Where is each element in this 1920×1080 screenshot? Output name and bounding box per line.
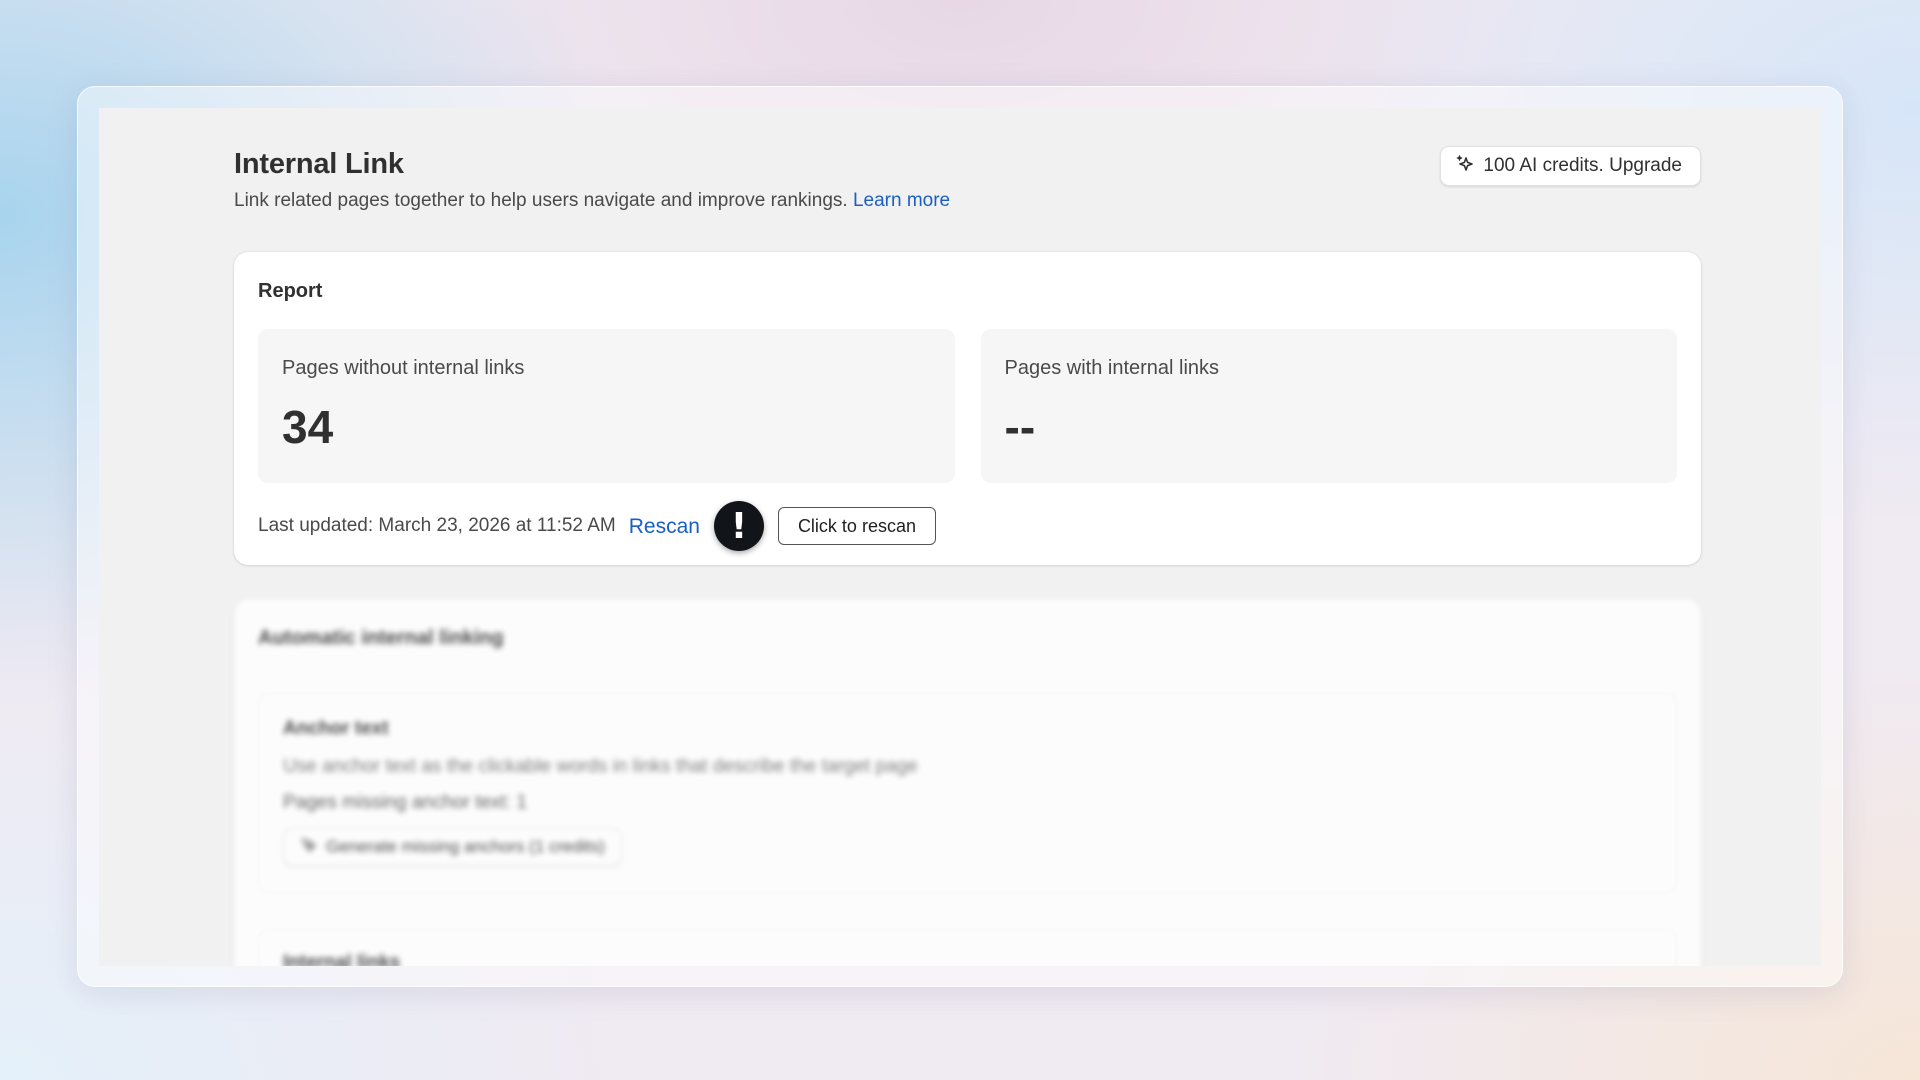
report-card: Report Pages without internal links 34 P… [234,252,1701,565]
generate-anchors-button[interactable]: Generate missing anchors (1 credits) [283,828,622,866]
ai-credits-upgrade-button[interactable]: 100 AI credits. Upgrade [1440,146,1701,186]
page-content: Internal Link Link related pages togethe… [234,108,1701,966]
page-title: Internal Link [234,148,404,180]
page-header: Internal Link Link related pages togethe… [234,108,1701,252]
ai-credits-label: 100 AI credits. Upgrade [1483,155,1682,176]
automatic-linking-section: Automatic internal linking Anchor text U… [234,599,1701,966]
internal-links-card: Internal links [258,929,1677,966]
anchor-missing-count: Pages missing anchor text: 1 [283,792,527,813]
anchor-text-description: Use anchor text as the clickable words i… [283,756,918,777]
anchor-text-title: Anchor text [283,718,389,739]
report-footer: Last updated: March 23, 2026 at 11:52 AM… [258,501,1677,551]
report-stats: Pages without internal links 34 Pages wi… [258,329,1677,483]
automatic-linking-title: Automatic internal linking [258,627,504,649]
rescan-link[interactable]: Rescan [629,515,700,539]
sparkle-icon [1455,153,1475,179]
page-subtitle-text: Link related pages together to help user… [234,190,848,211]
stat-value: -- [1004,401,1036,453]
stat-pages-without-links: Pages without internal links 34 [258,329,955,483]
generate-anchors-label: Generate missing anchors (1 credits) [326,837,605,856]
click-to-rescan-button[interactable]: Click to rescan [777,507,936,545]
page-subtitle: Link related pages together to help user… [234,190,950,212]
sparkle-icon [300,836,318,859]
learn-more-link[interactable]: Learn more [853,190,950,211]
internal-links-title: Internal links [283,952,401,966]
stat-pages-with-links: Pages with internal links -- [980,329,1677,483]
exclamation-icon[interactable]: ! [713,501,764,551]
automatic-linking-card: Automatic internal linking Anchor text U… [234,599,1701,966]
stat-label: Pages with internal links [1004,357,1220,379]
stat-label: Pages without internal links [282,357,525,379]
report-title: Report [258,280,323,302]
app-surface: Internal Link Link related pages togethe… [99,108,1821,966]
anchor-text-card: Anchor text Use anchor text as the click… [258,693,1677,893]
stat-value: 34 [282,401,334,453]
last-updated-text: Last updated: March 23, 2026 at 11:52 AM [258,515,616,536]
